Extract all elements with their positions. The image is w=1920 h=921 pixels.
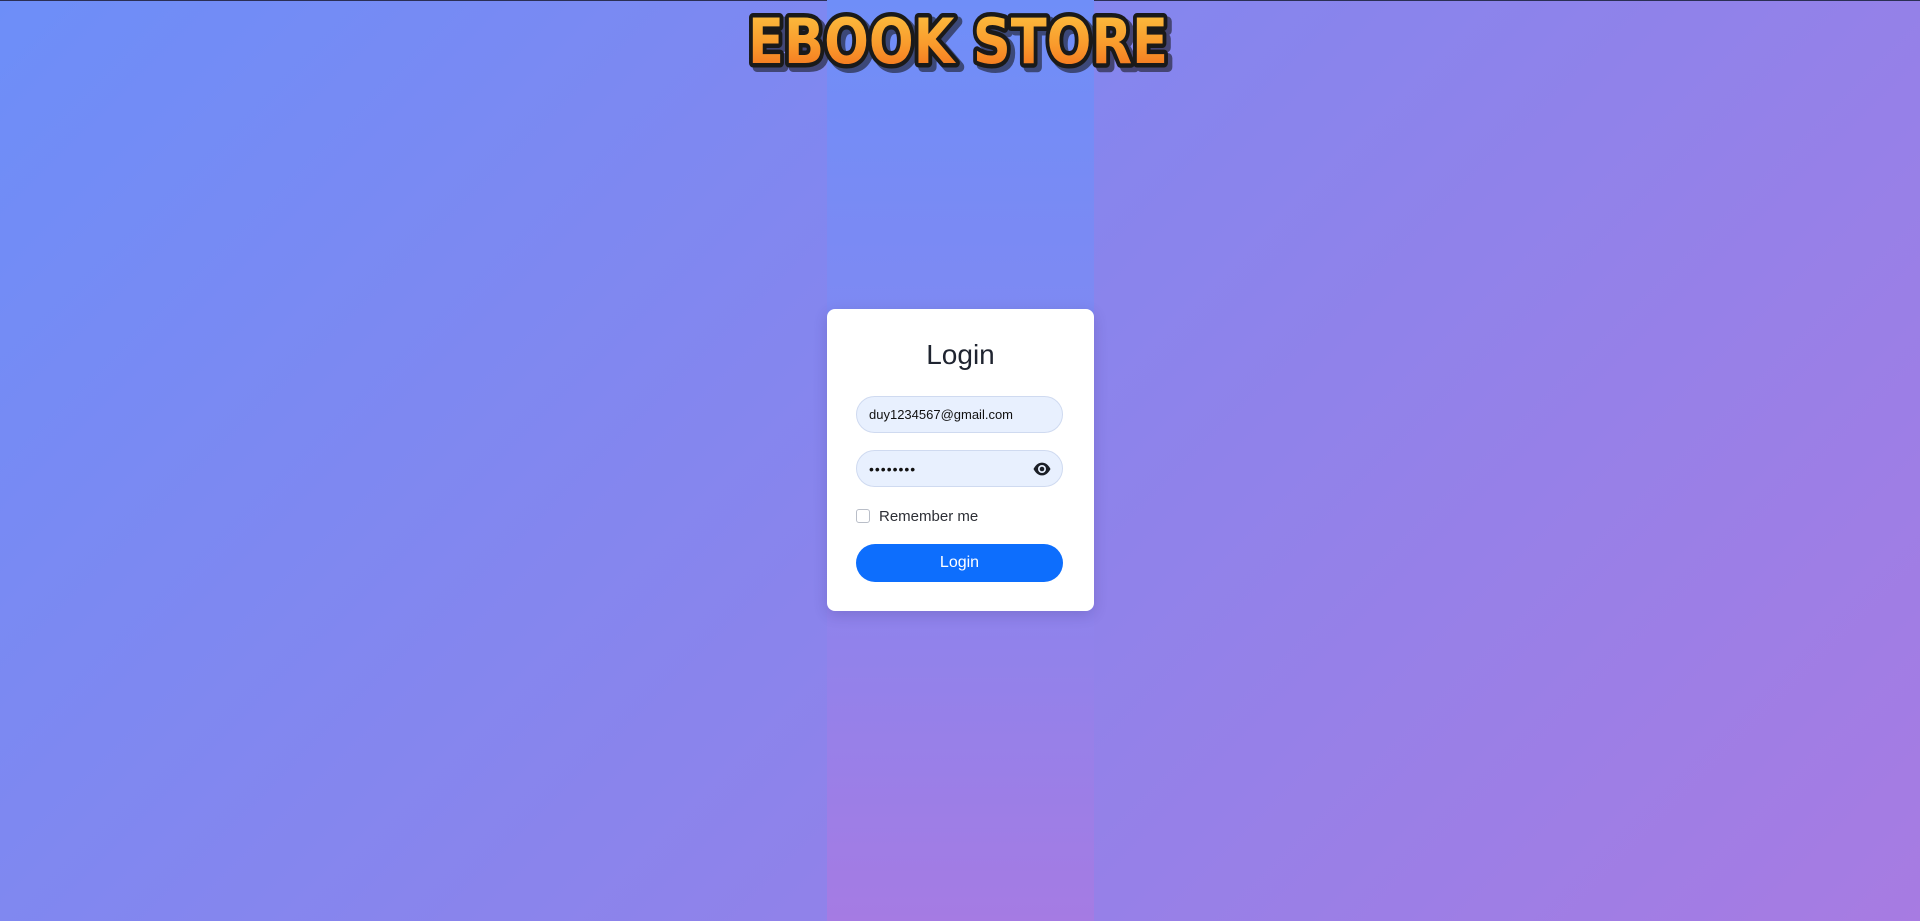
- ebook-store-logo: EBOOK STORE EBOOK STORE EBOOK STORE: [738, 5, 1178, 83]
- login-card: Login Remember me Login: [827, 309, 1094, 611]
- eye-icon[interactable]: [1032, 459, 1052, 479]
- login-title: Login: [926, 339, 995, 370]
- remember-me-checkbox[interactable]: [856, 509, 870, 523]
- email-input[interactable]: [856, 396, 1063, 433]
- login-button[interactable]: Login: [856, 544, 1063, 582]
- remember-me-label[interactable]: Remember me: [879, 508, 978, 525]
- remember-me-row: Remember me: [856, 506, 978, 526]
- logo-text: EBOOK STORE: [748, 5, 1168, 78]
